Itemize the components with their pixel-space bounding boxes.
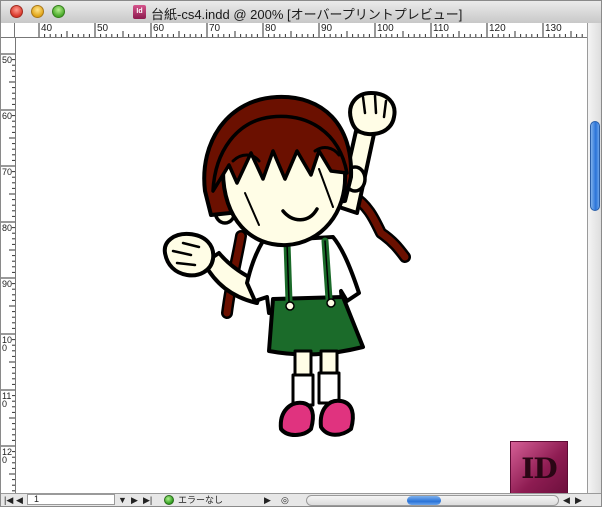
horizontal-scroll-thumb[interactable] xyxy=(407,496,441,505)
window-title: 台紙-cs4.indd @ 200% [オーバープリントプレビュー] xyxy=(151,7,463,22)
ruler-label-v50: 50 xyxy=(2,55,13,65)
ruler-label-v120: 120 xyxy=(2,447,13,465)
ruler-origin[interactable] xyxy=(1,23,15,38)
character-illustration[interactable] xyxy=(16,38,587,493)
document-canvas[interactable]: ID xyxy=(16,38,587,497)
ruler-label-v80: 80 xyxy=(2,223,13,233)
ruler-label-100: 100 xyxy=(377,23,394,34)
preflight-status[interactable]: エラーなし xyxy=(178,495,223,506)
last-page-icon[interactable]: ▶| xyxy=(143,495,152,506)
ruler-label-110: 110 xyxy=(433,23,449,34)
ruler-label-130: 130 xyxy=(545,23,562,34)
indesign-logo: ID xyxy=(510,441,568,497)
ruler-label-120: 120 xyxy=(489,23,506,34)
ruler-label-v90: 90 xyxy=(2,279,13,289)
ruler-label-80: 80 xyxy=(265,23,277,34)
document-icon: Id xyxy=(133,5,146,19)
arrow-down-icon[interactable]: ▼ xyxy=(118,495,127,506)
preflight-menu-icon[interactable]: ▶ xyxy=(264,495,271,506)
ruler-label-v100: 100 xyxy=(2,335,13,353)
vertical-scrollbar[interactable] xyxy=(587,23,601,493)
vertical-scroll-thumb[interactable] xyxy=(590,121,600,211)
ruler-label-70: 70 xyxy=(209,23,221,34)
ruler-label-40: 40 xyxy=(41,23,53,34)
title-bar[interactable]: Id 台紙-cs4.indd @ 200% [オーバープリントプレビュー] xyxy=(1,1,601,24)
arrow-right-icon[interactable]: ▶ xyxy=(131,495,138,506)
zoom-icon[interactable] xyxy=(52,5,65,18)
arrow-left-icon[interactable]: ◀ xyxy=(16,495,23,506)
ruler-label-90: 90 xyxy=(321,23,333,34)
ruler-label-v70: 70 xyxy=(2,167,13,177)
vertical-ruler[interactable]: 50 60 70 80 90 100 110 120 xyxy=(1,38,16,493)
scroll-right-icon[interactable]: ▶ xyxy=(575,495,582,506)
minimize-icon[interactable] xyxy=(31,5,44,18)
scroll-left-icon[interactable]: ◀ xyxy=(563,495,570,506)
page-number-field[interactable]: 1 xyxy=(27,494,115,505)
ruler-label-60: 60 xyxy=(153,23,165,34)
ruler-label-v110: 110 xyxy=(2,391,12,409)
close-icon[interactable] xyxy=(10,5,23,18)
status-ok-icon xyxy=(164,495,174,505)
first-page-icon[interactable]: |◀ xyxy=(4,495,13,506)
status-bar: |◀ ◀ 1 ▼ ▶ ▶| エラーなし ▶ ◎ ◀ ▶ xyxy=(1,493,601,506)
ruler-label-50: 50 xyxy=(97,23,109,34)
ruler-label-v60: 60 xyxy=(2,111,13,121)
open-folder-icon[interactable]: ◎ xyxy=(281,495,289,506)
vertical-ruler-ticks xyxy=(1,53,15,492)
horizontal-ruler[interactable]: 40 50 60 70 80 90 100 110 120 130 xyxy=(15,23,587,38)
indesign-document-window: Id 台紙-cs4.indd @ 200% [オーバープリントプレビュー] 40… xyxy=(0,0,602,507)
horizontal-scrollbar[interactable] xyxy=(306,495,559,506)
